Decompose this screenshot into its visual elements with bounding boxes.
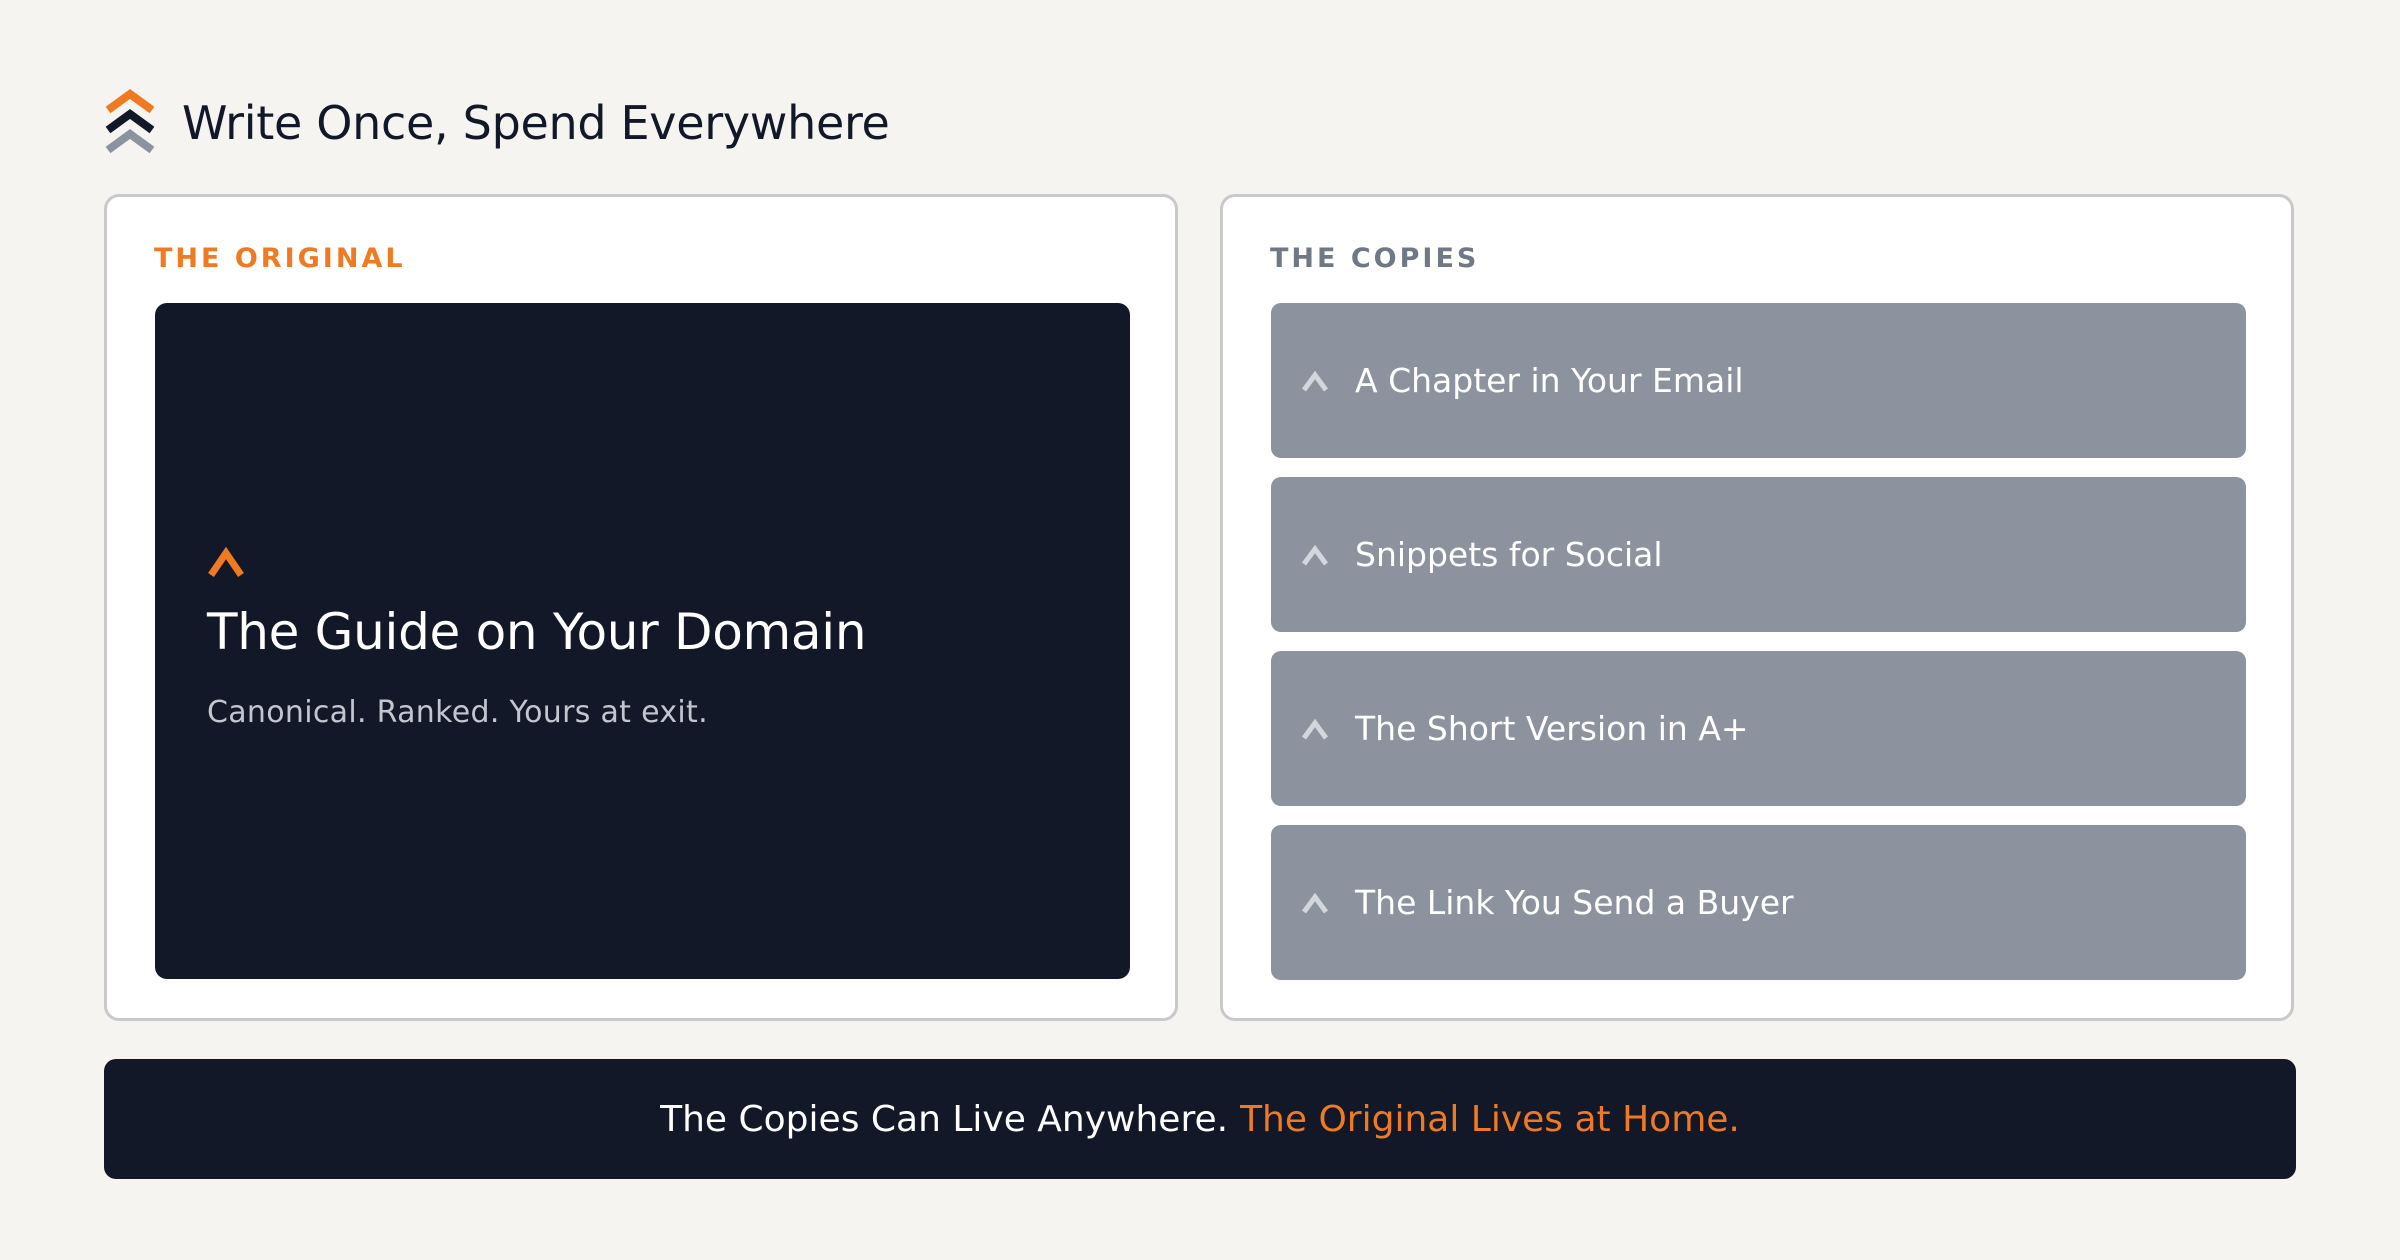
- chevron-up-icon: [1301, 370, 1329, 391]
- banner-text-main: The Copies Can Live Anywhere.: [660, 1098, 1229, 1140]
- chevron-up-icon: [1301, 544, 1329, 565]
- header: Write Once, Spend Everywhere: [104, 88, 890, 158]
- original-card-content: The Guide on Your Domain Canonical. Rank…: [207, 543, 867, 730]
- copies-panel: THE COPIES A Chapter in Your Email Snipp…: [1220, 194, 2294, 1021]
- copies-label: THE COPIES: [1270, 243, 1480, 274]
- copy-item-label: Snippets for Social: [1355, 535, 1663, 574]
- copy-item-label: The Short Version in A+: [1355, 709, 1749, 748]
- bottom-banner: The Copies Can Live Anywhere. The Origin…: [104, 1059, 2296, 1179]
- chevron-up-icon: [1301, 718, 1329, 739]
- copy-item-email: A Chapter in Your Email: [1271, 303, 2246, 458]
- original-card: The Guide on Your Domain Canonical. Rank…: [155, 303, 1130, 979]
- copy-item-label: The Link You Send a Buyer: [1355, 883, 1794, 922]
- chevron-up-icon: [208, 546, 244, 577]
- original-label: THE ORIGINAL: [154, 243, 406, 274]
- original-title: The Guide on Your Domain: [207, 603, 867, 661]
- banner-text-accent: The Original Lives at Home.: [1240, 1098, 1740, 1140]
- copy-item-label: A Chapter in Your Email: [1355, 361, 1744, 400]
- copy-item-a-plus: The Short Version in A+: [1271, 651, 2246, 806]
- stacked-chevrons-icon: [105, 89, 155, 154]
- chevron-up-icon: [1301, 892, 1329, 913]
- original-subtitle: Canonical. Ranked. Yours at exit.: [207, 695, 708, 730]
- original-panel: THE ORIGINAL The Guide on Your Domain Ca…: [104, 194, 1178, 1021]
- copy-item-social: Snippets for Social: [1271, 477, 2246, 632]
- copy-item-buyer-link: The Link You Send a Buyer: [1271, 825, 2246, 980]
- copies-list: A Chapter in Your Email Snippets for Soc…: [1271, 303, 2246, 980]
- page-title: Write Once, Spend Everywhere: [182, 96, 890, 150]
